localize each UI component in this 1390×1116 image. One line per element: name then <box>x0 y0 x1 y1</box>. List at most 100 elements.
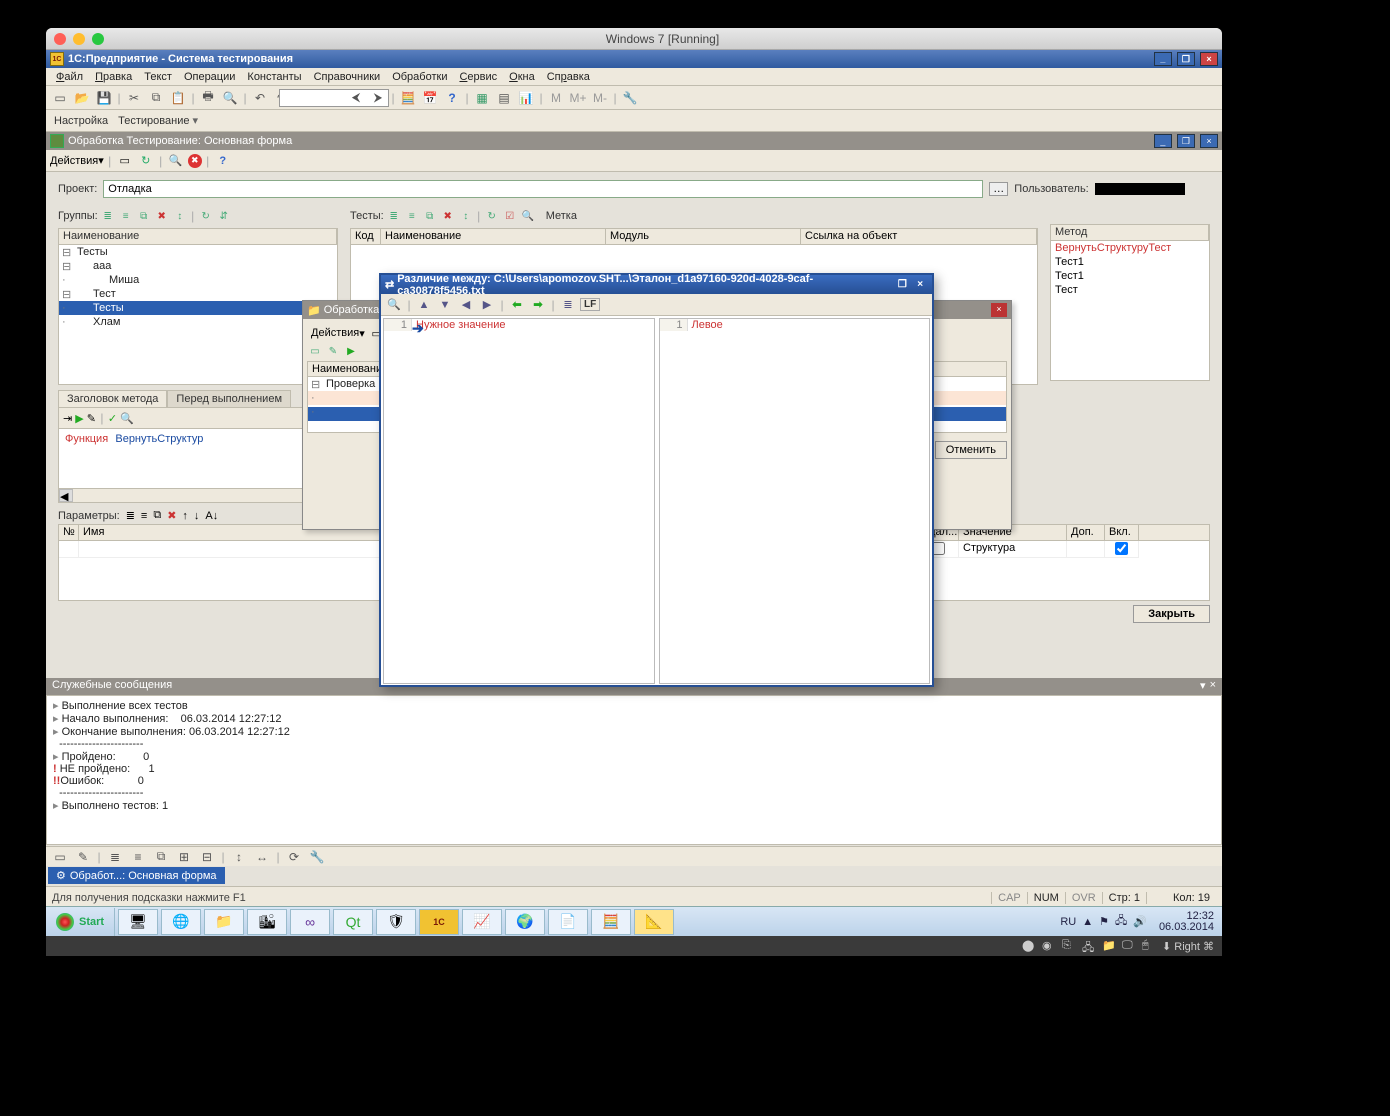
params-copy-icon[interactable]: ⧉ <box>153 509 161 522</box>
tray-up-icon[interactable]: ▲ <box>1082 916 1093 928</box>
groups-add-icon[interactable]: ≣ <box>100 208 116 224</box>
code-find-icon[interactable]: 🔍 <box>120 412 134 425</box>
menu-edit[interactable]: Правка <box>89 69 138 85</box>
menu-operations[interactable]: Операции <box>178 69 241 85</box>
diff-left-pane[interactable]: ➔ 1Нужное значение <box>383 318 655 684</box>
diff-find-icon[interactable]: 🔍 <box>385 296 403 314</box>
obr-close-button[interactable]: × <box>991 303 1007 317</box>
obr-edit-icon[interactable]: ✎ <box>325 343 341 359</box>
copy-icon[interactable]: ⧉ <box>146 88 166 108</box>
tools-icon[interactable]: 🔧 <box>620 88 640 108</box>
find-next-icon[interactable]: ⮞ <box>368 88 388 108</box>
param-value-cell[interactable]: Структура <box>959 541 1067 558</box>
taskbar-item-app[interactable]: 🏙 <box>247 909 287 935</box>
taskbar-item-calc[interactable]: 🧮 <box>591 909 631 935</box>
groups-hierarchy-icon[interactable]: ⇵ <box>216 208 232 224</box>
params-sort-icon[interactable]: A↓ <box>205 510 218 522</box>
taskbar-item-1c[interactable]: 1C <box>419 909 459 935</box>
diff-list-icon[interactable]: ≣ <box>559 296 577 314</box>
diff-down-icon[interactable]: ▼ <box>436 296 454 314</box>
mdi-close-button[interactable]: × <box>1200 134 1218 148</box>
open-icon[interactable]: 📂 <box>72 88 92 108</box>
h-scrollbar[interactable]: ◀▶ <box>58 489 338 503</box>
menu-service[interactable]: Сервис <box>453 69 503 85</box>
menu-help[interactable]: Справка <box>541 69 596 85</box>
project-input[interactable] <box>103 180 983 198</box>
diff-up-icon[interactable]: ▲ <box>415 296 433 314</box>
bt-icon[interactable]: ⊟ <box>197 847 217 867</box>
tab-method-header[interactable]: Заголовок метода <box>58 390 167 407</box>
param-incl-checkbox[interactable] <box>1115 542 1128 555</box>
menu-catalogs[interactable]: Справочники <box>308 69 387 85</box>
diff-right-pane[interactable]: 1Левое <box>659 318 931 684</box>
method-item[interactable]: Тест <box>1051 283 1209 297</box>
log-pin-button[interactable]: ▾ <box>1200 679 1206 694</box>
tree-item[interactable]: Миша <box>59 273 337 287</box>
taskbar-item-folder[interactable]: 📁 <box>204 909 244 935</box>
bookmark-m-icon[interactable]: M <box>546 88 566 108</box>
paste-icon[interactable]: 📋 <box>168 88 188 108</box>
action-help-icon[interactable]: ? <box>214 152 232 170</box>
taskbar-item-qt[interactable]: Qt <box>333 909 373 935</box>
app-minimize-button[interactable]: _ <box>1154 52 1172 66</box>
params-up-icon[interactable]: ↑ <box>182 510 188 522</box>
mac-close-button[interactable] <box>54 33 66 45</box>
bookmark-mminus-icon[interactable]: M- <box>590 88 610 108</box>
tests-refresh-icon[interactable]: ↻ <box>484 208 500 224</box>
calendar-icon[interactable]: 📅 <box>420 88 440 108</box>
find-prev-icon[interactable]: ⮜ <box>346 88 366 108</box>
tray-lang[interactable]: RU <box>1060 916 1076 928</box>
tests-sort-icon[interactable]: ↕ <box>458 208 474 224</box>
method-item[interactable]: Тест1 <box>1051 255 1209 269</box>
taskbar-item-chrome[interactable]: 🌐 <box>161 909 201 935</box>
taskbar-item-globe[interactable]: 🌍 <box>505 909 545 935</box>
print-icon[interactable]: 🖶 <box>198 88 218 108</box>
bt-icon[interactable]: ≣ <box>105 847 125 867</box>
params-edit-icon[interactable]: ≡ <box>141 510 147 522</box>
groups-moveup-icon[interactable]: ↕ <box>172 208 188 224</box>
diff-close-button[interactable]: × <box>912 278 928 292</box>
tray-flag-icon[interactable]: ⚑ <box>1099 915 1109 928</box>
diff-copy-right-icon[interactable]: ▶ <box>478 296 496 314</box>
bt-icon[interactable]: ✎ <box>73 847 93 867</box>
taskbar-item-spartan[interactable]: 🛡 <box>376 909 416 935</box>
log-close-button[interactable]: × <box>1210 679 1216 694</box>
diff-prev-icon[interactable]: ⬅ <box>508 296 526 314</box>
testing-dropdown[interactable]: Тестирование <box>118 114 198 127</box>
new-icon[interactable]: ▭ <box>50 88 70 108</box>
tests-find-icon[interactable]: 🔍 <box>520 208 536 224</box>
groups-delete-icon[interactable]: ✖ <box>154 208 170 224</box>
document-tab[interactable]: ⚙ Обработ...: Основная форма <box>48 867 225 884</box>
report-icon[interactable]: 📊 <box>516 88 536 108</box>
mac-minimize-button[interactable] <box>73 33 85 45</box>
cut-icon[interactable]: ✂ <box>124 88 144 108</box>
menu-constants[interactable]: Константы <box>241 69 307 85</box>
bt-icon[interactable]: ≡ <box>128 847 148 867</box>
tests-delete-icon[interactable]: ✖ <box>440 208 456 224</box>
tree-item[interactable]: ааа <box>59 259 337 273</box>
groups-tree[interactable]: Тесты ааа Миша Тест Тесты Хлам <box>58 245 338 385</box>
groups-edit-icon[interactable]: ≡ <box>118 208 134 224</box>
mdi-maximize-button[interactable]: ❐ <box>1177 134 1195 148</box>
menu-file[interactable]: Файл <box>50 69 89 85</box>
taskbar-item-ruler[interactable]: 📐 <box>634 909 674 935</box>
params-add-icon[interactable]: ≣ <box>126 509 135 522</box>
action-find-icon[interactable]: 🔍 <box>167 152 185 170</box>
obr-add-icon[interactable]: ▭ <box>307 343 323 359</box>
code-debug-icon[interactable]: ✎ <box>87 412 96 425</box>
menu-windows[interactable]: Окна <box>503 69 541 85</box>
app-maximize-button[interactable]: ❐ <box>1177 52 1195 66</box>
calc-icon[interactable]: 🧮 <box>398 88 418 108</box>
params-down-icon[interactable]: ↓ <box>194 510 200 522</box>
tab-before-exec[interactable]: Перед выполнением <box>167 390 291 407</box>
help-icon[interactable]: ? <box>442 88 462 108</box>
grid-icon[interactable]: ▦ <box>472 88 492 108</box>
start-button[interactable]: Start <box>46 908 115 936</box>
bt-icon[interactable]: ⟳ <box>284 847 304 867</box>
diff-next-icon[interactable]: ➡ <box>529 296 547 314</box>
tests-add-icon[interactable]: ≣ <box>386 208 402 224</box>
code-indent-icon[interactable]: ⇥ <box>63 412 72 425</box>
mdi-minimize-button[interactable]: _ <box>1154 134 1172 148</box>
params-del-icon[interactable]: ✖ <box>167 509 176 522</box>
bt-icon[interactable]: ⊞ <box>174 847 194 867</box>
